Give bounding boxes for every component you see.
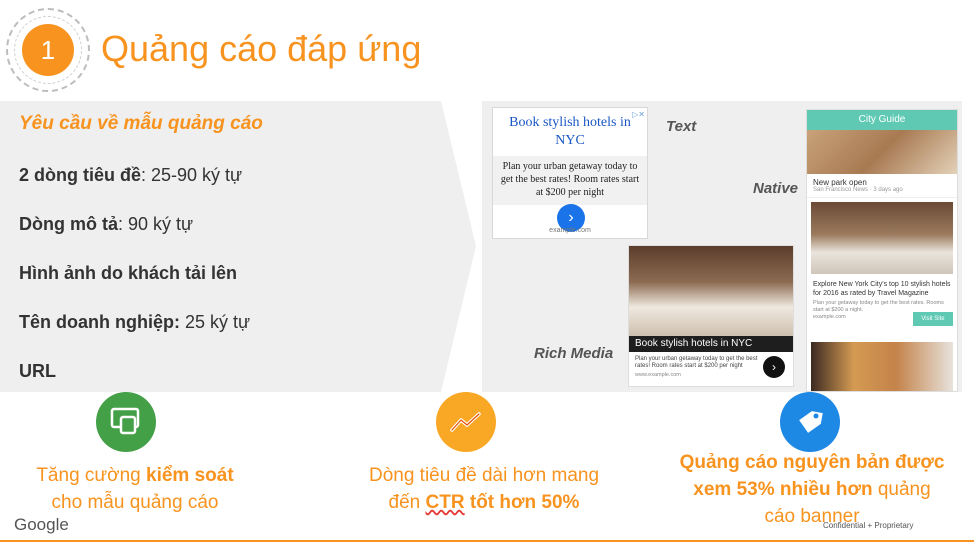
- benefit-text: Dòng tiêu đề dài hơn mang: [368, 465, 600, 486]
- requirement-item: Dòng mô tả: 90 ký tự: [19, 214, 193, 235]
- requirement-label: Hình ảnh do khách tải lên: [19, 263, 238, 283]
- requirement-item: 2 dòng tiêu đề: 25-90 ký tự: [19, 165, 242, 186]
- benefit-highlight: kiểm soát: [146, 465, 234, 486]
- chevron-right-icon: ›: [763, 356, 785, 378]
- benefit-highlight: CTR: [425, 492, 465, 513]
- text-ad-preview: ▷✕ Book stylish hotels in NYC Plan your …: [492, 107, 648, 239]
- tag-icon: [780, 392, 840, 452]
- benefit-text: cho mẫu quảng cáo: [51, 492, 219, 513]
- requirement-label: URL: [19, 361, 56, 381]
- hotel-room-image: [629, 246, 793, 336]
- requirement-item: Hình ảnh do khách tải lên: [19, 263, 237, 284]
- label-native: Native: [753, 180, 799, 197]
- benefit-text: đến: [388, 492, 426, 513]
- requirement-label: Dòng mô tả: [19, 214, 118, 234]
- label-text: Text: [666, 118, 697, 135]
- benefit-highlight: xem 53% nhiều hơn: [693, 479, 873, 500]
- ad-showcase: ▷✕ Book stylish hotels in NYC Plan your …: [482, 101, 962, 392]
- rich-media-ad-preview: Book stylish hotels in NYC Plan your urb…: [628, 245, 794, 387]
- native-ad-bar-title: City Guide: [858, 114, 906, 125]
- requirement-value: : 90 ký tự: [118, 214, 194, 234]
- section-number: 1: [40, 34, 56, 65]
- requirement-item: URL: [19, 361, 56, 382]
- benefit-ctr: Dòng tiêu đề dài hơn mang đến CTR tốt hơ…: [334, 462, 634, 516]
- page-title: Quảng cáo đáp ứng: [101, 28, 422, 69]
- requirement-item: Tên doanh nghiệp: 25 ký tự: [19, 312, 250, 333]
- requirements-panel-shape: [0, 101, 476, 392]
- devices-icon: [96, 392, 156, 452]
- benefit-text: Tăng cường: [36, 465, 147, 486]
- rich-ad-caption: Book stylish hotels in NYC: [629, 336, 793, 352]
- benefit-control: Tăng cường kiểm soát cho mẫu quảng cáo: [0, 462, 270, 516]
- native-item-sub: San Francisco News · 3 days ago: [807, 187, 957, 198]
- native-ad-headline: Explore New York City's top 10 stylish h…: [813, 281, 951, 297]
- requirement-label: 2 dòng tiêu đề: [19, 165, 142, 185]
- requirements-panel: Yêu cầu về mẫu quảng cáo 2 dòng tiêu đề:…: [0, 101, 476, 392]
- text-ad-source: example.com: [549, 227, 591, 234]
- text-ad-headline: Book stylish hotels in NYC: [509, 115, 631, 148]
- requirements-heading: Yêu cầu về mẫu quảng cáo: [19, 113, 263, 134]
- trending-up-icon: [436, 392, 496, 452]
- benefit-highlight: tốt hơn 50%: [464, 492, 580, 513]
- ad-choices-icon: ▷✕: [632, 110, 645, 119]
- visit-site-button: Visit Site: [913, 312, 953, 326]
- benefit-text: quảng: [872, 479, 931, 500]
- label-rich-media: Rich Media: [534, 345, 614, 362]
- section-number-badge: 1: [22, 24, 74, 76]
- hotel-room-image: [811, 202, 953, 274]
- dog-image: [807, 130, 957, 174]
- requirement-value: : 25-90 ký tự: [141, 165, 243, 185]
- confidential-label: Confidential + Proprietary: [823, 521, 914, 530]
- native-ad-preview: City Guide New park open San Francisco N…: [806, 109, 958, 392]
- benefit-native: Quảng cáo nguyên bản được xem 53% nhiều …: [662, 449, 962, 530]
- coffee-image: [811, 342, 953, 391]
- footer-divider: [0, 540, 974, 542]
- requirement-value: 25 ký tự: [179, 312, 251, 332]
- google-logo: Google: [14, 515, 69, 534]
- text-ad-description: Plan your urban getaway today to get the…: [493, 156, 647, 205]
- native-ad-bar: City Guide: [807, 110, 957, 130]
- requirement-label: Tên doanh nghiệp:: [19, 312, 180, 332]
- native-item-title: New park open: [813, 178, 867, 187]
- benefit-highlight: Quảng cáo nguyên bản được: [679, 452, 945, 473]
